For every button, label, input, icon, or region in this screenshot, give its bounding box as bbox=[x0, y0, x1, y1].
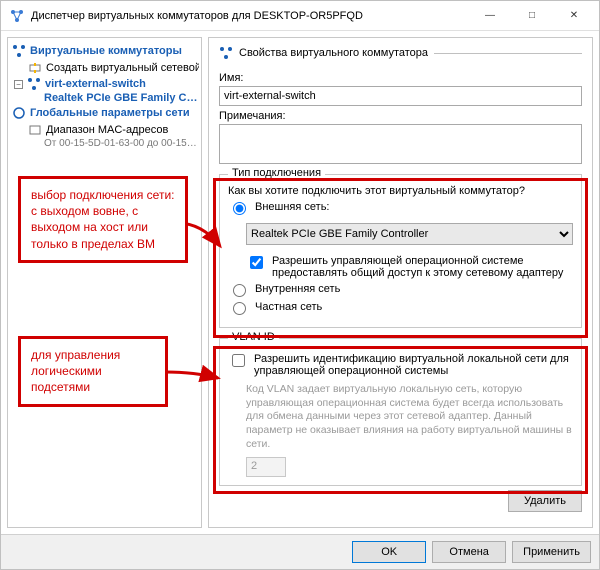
titlebar: Диспетчер виртуальных коммутаторов для D… bbox=[1, 1, 599, 31]
tree-section-switches[interactable]: Виртуальные коммутаторы bbox=[10, 42, 199, 60]
annotation-arrow-2 bbox=[160, 360, 230, 393]
radio-external[interactable] bbox=[233, 202, 246, 215]
annotation-vlan-callout: для управления логическими подсетями bbox=[18, 336, 168, 407]
radio-internal[interactable] bbox=[233, 284, 246, 297]
annotation-connection-text: выбор подключения сети: с выходом вовне,… bbox=[31, 188, 174, 251]
vlan-help-text: Код VLAN задает виртуальную локальную се… bbox=[246, 383, 573, 451]
notes-label: Примечания: bbox=[219, 110, 582, 122]
global-icon bbox=[12, 106, 26, 120]
tree-expander-icon[interactable]: − bbox=[14, 80, 23, 89]
vlan-group: VLAN ID Разрешить идентификацию виртуаль… bbox=[219, 338, 582, 486]
tree-item-virt-switch-label: virt-external-switch bbox=[45, 78, 146, 90]
tree-section-switches-label: Виртуальные коммутаторы bbox=[30, 45, 182, 57]
notes-textarea[interactable] bbox=[219, 124, 582, 164]
tree-section-global[interactable]: Глобальные параметры сети bbox=[10, 104, 199, 122]
connection-type-legend: Тип подключения bbox=[228, 167, 325, 179]
connection-type-group: Тип подключения Как вы хотите подключить… bbox=[219, 174, 582, 328]
right-properties-panel: Свойства виртуального коммутатора Имя: П… bbox=[208, 37, 593, 528]
annotation-connection-callout: выбор подключения сети: с выходом вовне,… bbox=[18, 176, 188, 263]
tree-item-mac-range-label: Диапазон MAC-адресов bbox=[46, 124, 168, 136]
connection-question: Как вы хотите подключить этот виртуальны… bbox=[228, 185, 573, 197]
tree-item-mac-range[interactable]: Диапазон MAC-адресов bbox=[10, 122, 199, 138]
checkbox-allow-mgmt-label: Разрешить управляющей операционной систе… bbox=[272, 255, 573, 279]
checkbox-vlan-enable-label: Разрешить идентификацию виртуальной лока… bbox=[254, 353, 573, 377]
vlan-id-input: 2 bbox=[246, 457, 286, 477]
props-icon bbox=[219, 46, 233, 60]
apply-button[interactable]: Применить bbox=[512, 541, 591, 563]
checkbox-allow-mgmt[interactable] bbox=[250, 256, 263, 269]
radio-external-label: Внешняя сеть: bbox=[255, 201, 329, 213]
close-button[interactable]: ✕ bbox=[553, 2, 595, 30]
tree-item-adapter[interactable]: Realtek PCIe GBE Family Cont... bbox=[10, 92, 199, 104]
name-label: Имя: bbox=[219, 72, 582, 84]
tree-item-mac-detail: От 00-15-5D-01-63-00 до 00-15-5... bbox=[10, 138, 199, 149]
new-switch-icon bbox=[28, 61, 42, 75]
annotation-vlan-text: для управления логическими подсетями bbox=[31, 348, 120, 394]
tree-item-virt-switch[interactable]: − virt-external-switch bbox=[10, 76, 199, 92]
app-icon bbox=[9, 8, 25, 24]
adapter-dropdown[interactable]: Realtek PCIe GBE Family Controller bbox=[246, 223, 573, 245]
radio-private[interactable] bbox=[233, 302, 246, 315]
cancel-button[interactable]: Отмена bbox=[432, 541, 506, 563]
dialog-footer: OK Отмена Применить bbox=[1, 534, 599, 569]
props-title: Свойства виртуального коммутатора bbox=[239, 47, 428, 59]
maximize-button[interactable]: □ bbox=[511, 2, 553, 30]
left-tree-panel: Виртуальные коммутаторы Создать виртуаль… bbox=[7, 37, 202, 528]
mac-icon bbox=[28, 123, 42, 137]
minimize-button[interactable]: ― bbox=[469, 2, 511, 30]
divider bbox=[434, 53, 582, 54]
switch-icon bbox=[27, 77, 41, 91]
switches-icon bbox=[12, 44, 26, 58]
tree-item-new-switch-label: Создать виртуальный сетевой к... bbox=[46, 62, 199, 74]
name-input[interactable] bbox=[219, 86, 582, 106]
radio-private-label: Частная сеть bbox=[255, 301, 322, 313]
delete-button[interactable]: Удалить bbox=[508, 490, 582, 512]
vlan-legend: VLAN ID bbox=[228, 331, 279, 343]
window-title: Диспетчер виртуальных коммутаторов для D… bbox=[31, 10, 469, 22]
checkbox-vlan-enable[interactable] bbox=[232, 354, 245, 367]
radio-internal-label: Внутренняя сеть bbox=[255, 283, 340, 295]
tree-item-new-switch[interactable]: Создать виртуальный сетевой к... bbox=[10, 60, 199, 76]
tree-section-global-label: Глобальные параметры сети bbox=[30, 107, 190, 119]
ok-button[interactable]: OK bbox=[352, 541, 426, 563]
